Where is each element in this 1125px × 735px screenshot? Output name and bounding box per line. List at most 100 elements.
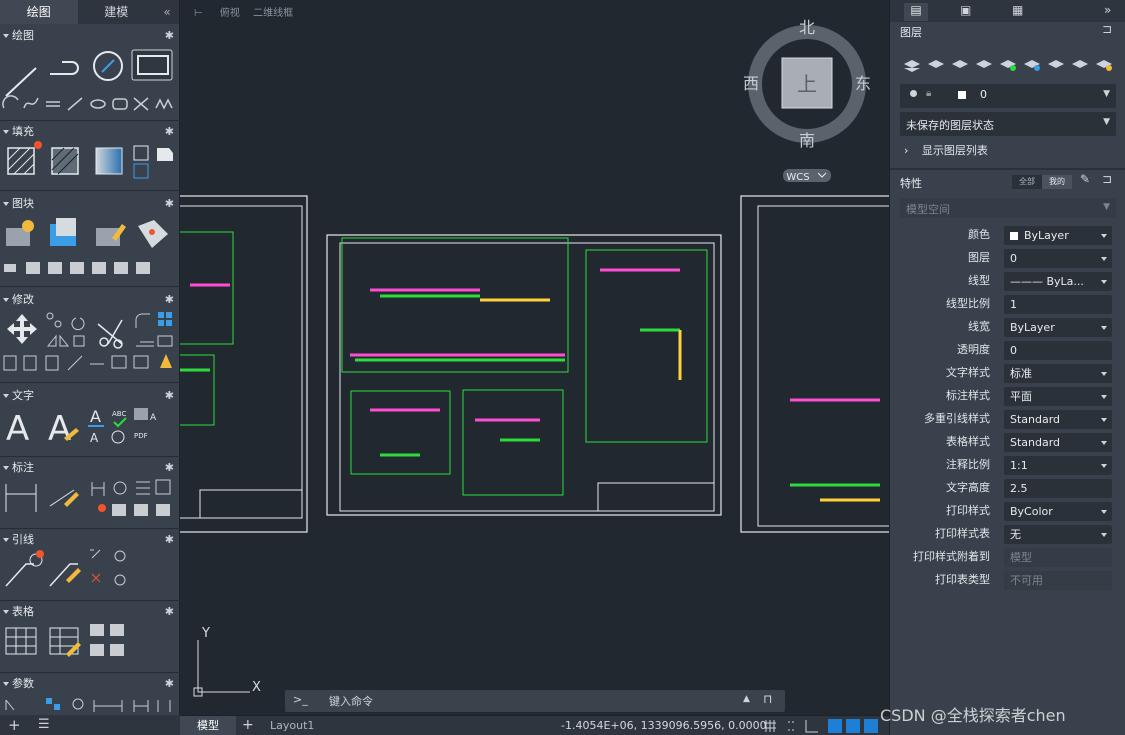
prop-value[interactable]: ByLayer — [1004, 226, 1112, 245]
center-mark-icon[interactable] — [113, 481, 127, 495]
add-layout-button[interactable]: + — [242, 716, 254, 735]
gear-icon[interactable]: ✱ — [165, 530, 174, 550]
prop-value[interactable]: 1 — [1004, 295, 1112, 314]
mleader-align-icon[interactable] — [114, 550, 126, 562]
gear-icon[interactable]: ✱ — [165, 386, 174, 406]
gear-icon[interactable]: ✱ — [165, 26, 174, 46]
refedit-tool-icon[interactable] — [136, 262, 150, 274]
baseline-dim-icon[interactable] — [136, 481, 150, 495]
layer-dropdown[interactable]: 🔒︎ 0 ▼ — [900, 84, 1116, 108]
section-fill-header[interactable]: 填充 ✱ — [0, 122, 180, 142]
move-tool-icon[interactable] — [7, 314, 37, 344]
section-draw-header[interactable]: 绘图 ✱ — [0, 26, 180, 46]
wblock-tool-icon[interactable] — [92, 262, 106, 274]
auto-constrain-icon[interactable] — [5, 699, 15, 711]
ortho-toggle-icon[interactable] — [805, 720, 818, 733]
text-scale-tool-icon[interactable]: PDF — [134, 432, 148, 440]
prop-value[interactable]: 无 — [1004, 525, 1112, 544]
spline-tool-icon[interactable] — [23, 97, 39, 109]
props-filter-all[interactable]: 全部 — [1012, 175, 1042, 189]
rectangle-tool-icon[interactable] — [131, 49, 173, 81]
prop-value[interactable]: 标准 — [1004, 364, 1112, 383]
erase-tool-icon[interactable] — [160, 354, 172, 368]
constrain-edit-icon[interactable] — [133, 700, 149, 712]
xref-tool-icon[interactable] — [114, 262, 128, 274]
param-manager-icon[interactable] — [157, 700, 171, 712]
fillet-tool-icon[interactable] — [135, 313, 150, 328]
edit-props-icon[interactable]: ✎ — [1080, 172, 1090, 186]
snap-toggle-icon[interactable] — [788, 721, 796, 731]
command-panel-icon[interactable]: ⊓ — [763, 692, 772, 706]
explode-tool-icon[interactable] — [157, 335, 173, 347]
mleader-tool-icon[interactable] — [5, 550, 44, 587]
revcloud-tool-icon[interactable] — [112, 98, 128, 110]
show-layer-list[interactable]: › 显示图层列表 — [904, 142, 988, 158]
trim-tool-icon[interactable] — [97, 319, 123, 349]
copy-tool-icon[interactable] — [46, 312, 62, 328]
wipeout-tool-icon[interactable] — [157, 148, 173, 161]
section-table-header[interactable]: 表格 ✱ — [0, 602, 180, 622]
boundary-tool-icon[interactable] — [95, 147, 123, 175]
text-edit-tool-icon[interactable]: A — [48, 409, 79, 449]
viewcube-west[interactable]: 西 — [743, 74, 759, 93]
prop-value[interactable]: ByColor — [1004, 502, 1112, 521]
spellcheck-tool-icon[interactable]: ABC — [112, 410, 127, 428]
dock-icon[interactable]: ⊐ — [1102, 172, 1112, 186]
insert-block-icon[interactable] — [6, 220, 34, 246]
gear-icon[interactable]: ✱ — [165, 122, 174, 142]
layer-uniso-icon[interactable] — [976, 60, 992, 68]
dim-arc-icon[interactable] — [98, 504, 106, 512]
prop-value[interactable]: Standard — [1004, 410, 1112, 429]
tab-layout1[interactable]: Layout1 — [270, 716, 314, 735]
command-history-icon[interactable]: ▲ — [743, 694, 750, 704]
section-block-header[interactable]: 图块 ✱ — [0, 194, 180, 214]
otrack-toggle-icon[interactable] — [864, 719, 878, 733]
layer-state-dropdown[interactable]: 未保存的图层状态 ▼ — [900, 112, 1116, 136]
xline-tool-icon[interactable] — [133, 97, 149, 111]
viewcube-top-face[interactable]: 上 — [797, 72, 817, 96]
section-dim-header[interactable]: 标注 ✱ — [0, 458, 180, 478]
find-text-tool-icon[interactable]: A — [134, 408, 157, 423]
prop-value[interactable]: 1:1 — [1004, 456, 1112, 475]
circle-tool-icon[interactable] — [93, 51, 123, 81]
collapse-palette-button[interactable]: « — [155, 0, 179, 24]
block-attribute-icon[interactable] — [138, 220, 168, 248]
attedit-tool-icon[interactable] — [26, 262, 40, 274]
command-line[interactable]: >_ 键入命令 ▲ ⊓ — [285, 690, 785, 712]
tab-model[interactable]: 模型 — [180, 716, 236, 735]
viewcube-north[interactable]: 北 — [799, 18, 815, 37]
prop-value[interactable]: Standard — [1004, 433, 1112, 452]
offset-tool-icon[interactable] — [136, 341, 154, 347]
ray-tool-icon[interactable] — [67, 97, 83, 111]
section-param-header[interactable]: 参数 ✱ — [0, 674, 180, 694]
gear-icon[interactable]: ✱ — [165, 290, 174, 310]
blocks-tab-icon[interactable]: ▣ — [960, 3, 971, 17]
space-dropdown[interactable]: 模型空间 ▼ — [900, 198, 1116, 218]
command-prompt-icon[interactable]: >_ — [293, 693, 308, 706]
prop-value[interactable]: 0 — [1004, 341, 1112, 360]
edit-block-icon[interactable] — [96, 224, 126, 246]
geometric-constrain-icon[interactable] — [46, 698, 60, 710]
new-layer-icon[interactable] — [904, 60, 920, 72]
gear-icon[interactable]: ✱ — [165, 194, 174, 214]
lengthen-tool-icon[interactable] — [45, 355, 59, 371]
remove-leader-icon[interactable] — [91, 573, 101, 583]
viewcube[interactable]: 上 北 南 东 西 WCS — [743, 18, 871, 183]
prop-value[interactable]: ——— ByLa... — [1004, 272, 1112, 291]
align-tool-icon[interactable] — [133, 355, 149, 369]
tab-draw[interactable]: 绘图 — [0, 0, 78, 24]
command-input[interactable]: 键入命令 — [329, 693, 373, 709]
table-edit-icon[interactable] — [49, 627, 81, 657]
mline-tool-icon[interactable] — [46, 101, 60, 107]
chamfer-tool-icon[interactable] — [111, 355, 127, 369]
layer-unlock-icon[interactable] — [1072, 60, 1088, 68]
mleader-edit-icon[interactable] — [49, 563, 81, 587]
attsync-tool-icon[interactable] — [48, 262, 62, 274]
drawing-canvas[interactable]: ⊢ 俯视 二维线框 上 北 南 东 西 WCS Y X — [180, 0, 889, 715]
hatch-tool-icon[interactable] — [7, 141, 42, 175]
linear-dim-icon[interactable] — [5, 484, 37, 512]
layers-tab-icon[interactable]: ▤ — [904, 3, 928, 21]
section-leader-header[interactable]: 引线 ✱ — [0, 530, 180, 550]
layer-lock-icon[interactable] — [1048, 60, 1064, 68]
scale-tool-icon[interactable] — [73, 335, 85, 347]
